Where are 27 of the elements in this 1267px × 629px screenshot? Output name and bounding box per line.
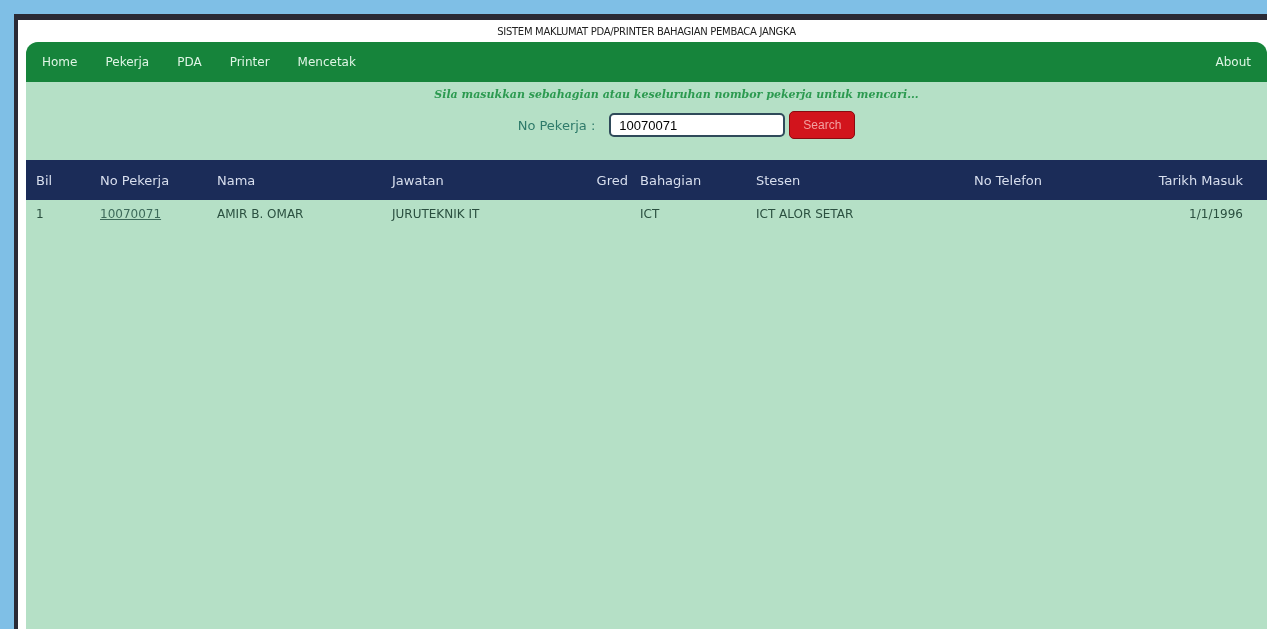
column-header: Stesen [756,172,802,188]
nav-link[interactable]: PDA [177,55,202,69]
nav-link[interactable]: Pekerja [105,55,150,69]
search-button[interactable]: Search [789,111,856,139]
column-header: Tarikh Masuk [1157,172,1244,188]
employee-link[interactable]: 10070071 [100,207,162,221]
column-header: Jawatan [392,172,445,188]
nav-link[interactable]: Home [42,55,78,69]
column-header: No Telefon [974,172,1043,188]
column-header: Bahagian [640,172,703,188]
page-title: SISTEM MAKLUMAT PDA/PRINTER BAHAGIAN PEMBACA JANGKA [496,26,797,39]
table-cell: 1/1/1996 [1189,207,1243,221]
column-header: Nama [217,172,257,188]
nav-link[interactable]: Mencetak [297,55,356,69]
table-cell: ICT ALOR SETAR [756,207,854,221]
column-header: Gred [595,172,629,188]
table-cell: JURUTEKNIK IT [392,207,480,221]
nav-link[interactable]: Printer [229,55,270,69]
search-label: No Pekerja : [517,117,596,133]
about-link[interactable]: About [1215,55,1251,69]
column-header: No Pekerja [100,172,171,188]
table-cell: ICT [640,207,660,221]
search-field[interactable]: 10070071 [609,113,786,137]
search-hint: Sila masukkan sebahagian atau keseluruhan nombor pekerja untuk mencari... [434,88,919,101]
table-cell: AMIR B. OMAR [217,207,304,221]
table-cell: 1 [36,207,44,221]
column-header: Bil [36,172,54,188]
